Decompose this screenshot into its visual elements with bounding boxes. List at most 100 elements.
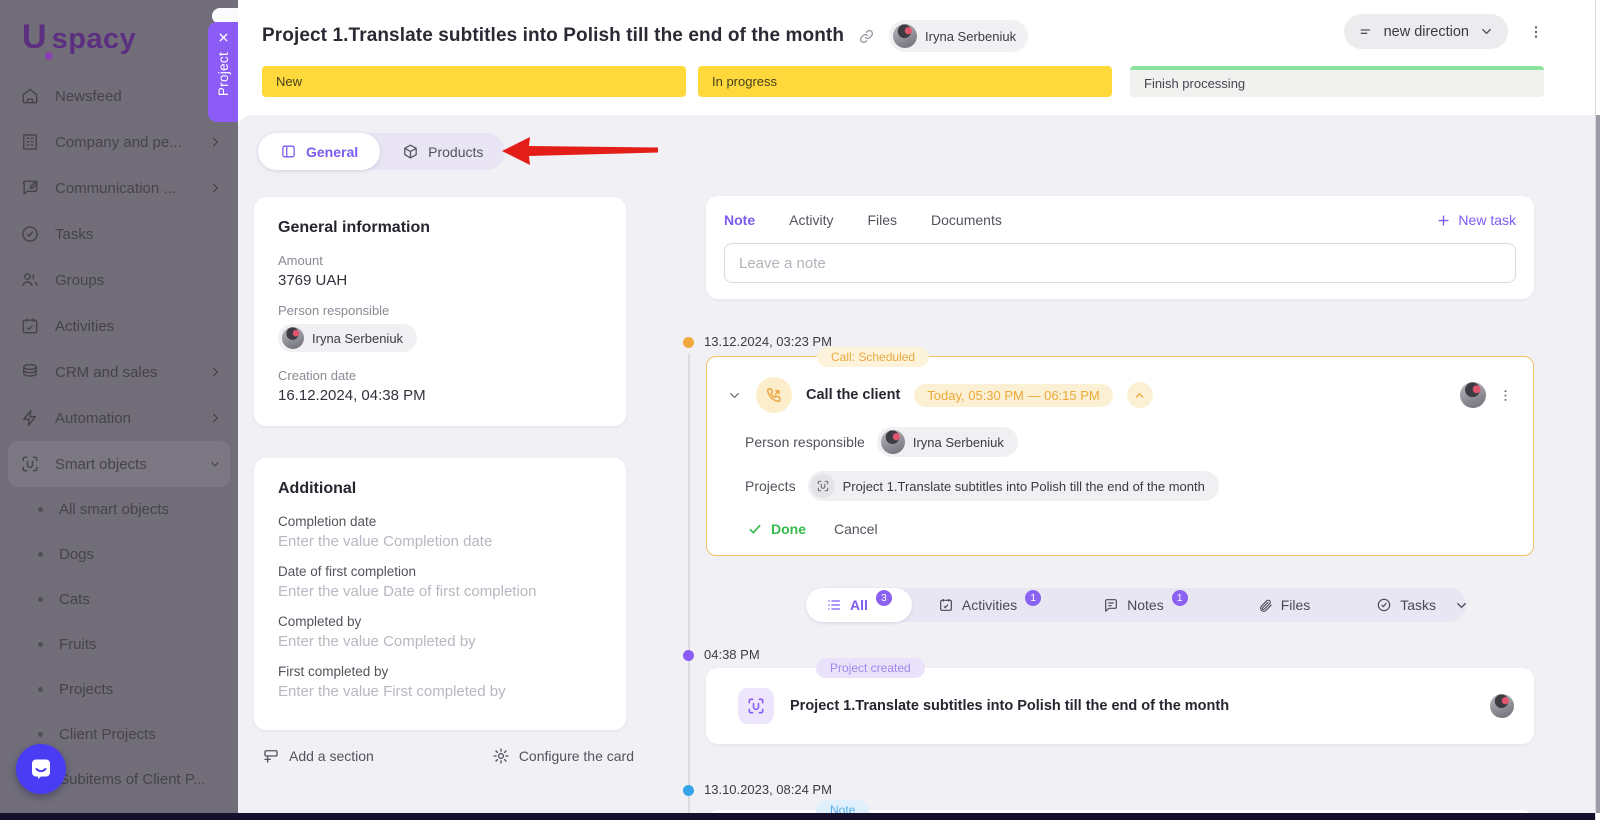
sidebar-item-automation[interactable]: Automation bbox=[0, 395, 238, 441]
card-title: Additional bbox=[278, 480, 357, 497]
sidebar-item-label: Groups bbox=[55, 271, 105, 289]
count-badge: 1 bbox=[1171, 590, 1188, 606]
chevron-right-icon bbox=[212, 367, 219, 377]
sidebar-item-newsfeed[interactable]: Newsfeed bbox=[0, 73, 238, 119]
filter-all[interactable]: All 3 bbox=[806, 588, 912, 622]
new-task-button[interactable]: New task bbox=[1436, 212, 1516, 228]
stage-new[interactable]: New bbox=[262, 66, 686, 97]
sidebar-item-company[interactable]: Company and pe... bbox=[0, 119, 238, 165]
configure-card-button[interactable]: Configure the card bbox=[492, 747, 634, 765]
creation-date-value[interactable]: 16.12.2024, 04:38 PM bbox=[278, 387, 602, 404]
tab-activity[interactable]: Activity bbox=[789, 212, 833, 228]
link-icon[interactable] bbox=[858, 28, 875, 45]
collapse-button[interactable] bbox=[1126, 382, 1153, 408]
close-icon[interactable] bbox=[217, 31, 230, 44]
stage-finish-processing[interactable]: Finish processing bbox=[1130, 66, 1544, 97]
avatar bbox=[282, 327, 304, 349]
chevron-down-icon bbox=[211, 461, 219, 467]
sidebar-item-communication[interactable]: Communication ... bbox=[0, 165, 238, 211]
person-chip[interactable]: Iryna Serbeniuk bbox=[876, 427, 1018, 457]
sidebar-subitem-label: Client Projects bbox=[59, 726, 156, 743]
timeline-dot-call bbox=[683, 337, 694, 348]
chat-bubble-button[interactable] bbox=[16, 744, 66, 794]
sidebar-item-smart-objects[interactable]: Smart objects bbox=[8, 441, 230, 487]
project-content: General Products General information Amo… bbox=[238, 115, 1600, 820]
sidebar-item-groups[interactable]: Groups bbox=[0, 257, 238, 303]
kebab-menu[interactable] bbox=[1524, 20, 1548, 44]
sidebar-subitem-fruits[interactable]: Fruits bbox=[0, 622, 238, 667]
stage-label: In progress bbox=[712, 74, 778, 89]
sidebar: U spacy Newsfeed Company and pe... Commu… bbox=[0, 0, 238, 820]
chevron-down-icon[interactable] bbox=[727, 388, 742, 403]
cancel-button[interactable]: Cancel bbox=[834, 521, 878, 537]
direction-dropdown[interactable]: new direction bbox=[1343, 14, 1508, 49]
field-label: First completed by bbox=[278, 664, 389, 679]
sidebar-item-label: Communication ... bbox=[55, 179, 176, 197]
filter-tasks[interactable]: Tasks bbox=[1358, 588, 1454, 622]
avatar bbox=[1490, 694, 1514, 718]
field-placeholder[interactable]: Enter the value Completion date bbox=[278, 533, 602, 550]
filter-files[interactable]: Files bbox=[1240, 588, 1329, 622]
stage-in-progress[interactable]: In progress bbox=[698, 66, 1112, 97]
people-icon bbox=[22, 273, 38, 287]
person-name: Iryna Serbeniuk bbox=[312, 330, 404, 346]
additional-card: Additional Completion date Enter the val… bbox=[254, 458, 626, 730]
project-created-card: Project created Project 1.Translate subt… bbox=[706, 658, 1534, 744]
sidebar-item-label: Activities bbox=[55, 317, 115, 335]
tab-files[interactable]: Files bbox=[867, 212, 897, 228]
filter-notes[interactable]: Notes 1 bbox=[1085, 588, 1206, 622]
annotation-arrow bbox=[502, 137, 658, 165]
kebab-icon[interactable] bbox=[1498, 388, 1513, 403]
sidebar-item-activities[interactable]: Activities bbox=[0, 303, 238, 349]
sidebar-subitem-dogs[interactable]: Dogs bbox=[0, 532, 238, 577]
field-placeholder[interactable]: Enter the value First completed by bbox=[278, 683, 602, 700]
person-chip[interactable]: Iryna Serbeniuk bbox=[278, 324, 418, 352]
note-bubble-icon bbox=[1105, 599, 1118, 612]
sidebar-item-tasks[interactable]: Tasks bbox=[0, 211, 238, 257]
tab-products[interactable]: Products bbox=[380, 133, 505, 170]
filter-expand-chevron[interactable] bbox=[1454, 598, 1485, 613]
stage-bar: New In progress Finish processing bbox=[262, 66, 1544, 97]
timeline-timestamp: 04:38 PM bbox=[704, 647, 760, 662]
list-icon bbox=[828, 600, 840, 610]
add-section-button[interactable]: Add a section bbox=[262, 747, 374, 765]
field-placeholder[interactable]: Enter the value Completed by bbox=[278, 633, 602, 650]
stage-label: New bbox=[276, 74, 303, 89]
tab-note[interactable]: Note bbox=[724, 212, 755, 228]
tab-label: Products bbox=[428, 143, 484, 160]
tab-label: General bbox=[306, 143, 359, 160]
note-input[interactable] bbox=[724, 243, 1516, 283]
new-task-label: New task bbox=[1458, 212, 1516, 228]
scrollbar-thumb[interactable] bbox=[1596, 115, 1600, 813]
project-chip[interactable]: Project 1.Translate subtitles into Polis… bbox=[807, 471, 1219, 501]
sidebar-item-label: Newsfeed bbox=[55, 87, 122, 105]
filter-activities[interactable]: Activities 1 bbox=[920, 588, 1059, 622]
tab-documents[interactable]: Documents bbox=[931, 212, 1002, 228]
done-button[interactable]: Done bbox=[747, 521, 806, 537]
project-tab[interactable]: Project bbox=[208, 22, 238, 122]
sidebar-item-crm[interactable]: CRM and sales bbox=[0, 349, 238, 395]
chat-pen-icon bbox=[22, 180, 38, 195]
owner-chip[interactable]: Iryna Serbeniuk bbox=[889, 20, 1029, 52]
amount-value[interactable]: 3769 UAH bbox=[278, 272, 602, 289]
sidebar-item-label: Smart objects bbox=[55, 455, 147, 473]
filter-label: Files bbox=[1280, 597, 1311, 613]
card-title: General information bbox=[278, 219, 431, 236]
check-circle-icon bbox=[22, 226, 38, 242]
scan-object-icon bbox=[22, 456, 38, 472]
call-schedule-pill[interactable]: Today, 05:30 PM — 06:15 PM bbox=[914, 383, 1113, 407]
sidebar-subitem-projects[interactable]: Projects bbox=[0, 667, 238, 712]
field-label: Person responsible bbox=[278, 303, 390, 318]
count-badge: 1 bbox=[1025, 590, 1042, 606]
bullet-dot bbox=[38, 642, 43, 647]
chevron-down-icon bbox=[1482, 28, 1491, 35]
logo-text: spacy bbox=[51, 23, 137, 55]
sidebar-item-label: Automation bbox=[55, 409, 131, 427]
field-placeholder[interactable]: Enter the value Date of first completion bbox=[278, 583, 602, 600]
filter-label: Notes bbox=[1127, 597, 1164, 613]
app-logo[interactable]: U spacy bbox=[0, 0, 238, 63]
sidebar-subitem-all-smart-objects[interactable]: All smart objects bbox=[0, 487, 238, 532]
tab-general[interactable]: General bbox=[258, 133, 381, 170]
sidebar-subitem-cats[interactable]: Cats bbox=[0, 577, 238, 622]
scrollbar[interactable] bbox=[1595, 0, 1600, 820]
